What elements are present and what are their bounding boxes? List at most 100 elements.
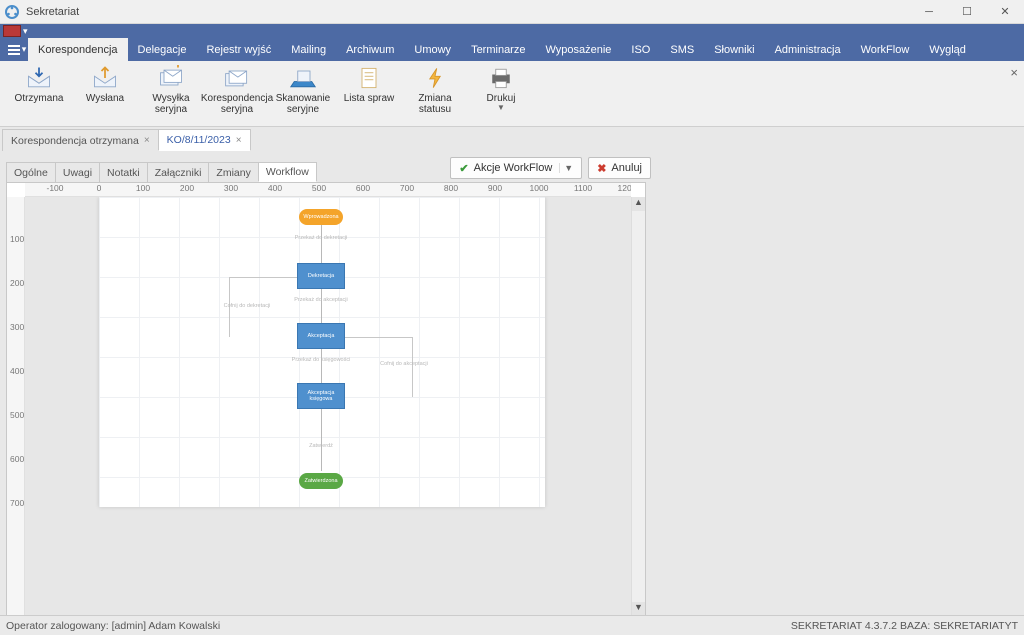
scroll-up-icon[interactable]: ▲ bbox=[632, 197, 645, 211]
detail-tab-zmiany[interactable]: Zmiany bbox=[208, 162, 258, 182]
node-label: Zatwierdzona bbox=[304, 478, 337, 484]
ribbon-tab-label: Słowniki bbox=[714, 44, 754, 56]
quick-access-toolbar: ▾ bbox=[0, 24, 1024, 38]
scrollbar-vertical[interactable]: ▲ ▼ bbox=[631, 197, 645, 616]
doc-tab-close-icon[interactable]: × bbox=[236, 135, 242, 146]
document-work-area: ✔ Akcje WorkFlow ▼ ✖ Anuluj Ogólne Uwagi… bbox=[0, 151, 1024, 631]
scroll-down-icon[interactable]: ▼ bbox=[632, 602, 645, 616]
document-tab-strip: Korespondencja otrzymana × KO/8/11/2023 … bbox=[0, 127, 1024, 151]
app-icon bbox=[4, 4, 20, 20]
status-user: Operator zalogowany: [admin] Adam Kowals… bbox=[6, 620, 220, 632]
ribbon-tab-administracja[interactable]: Administracja bbox=[765, 38, 851, 61]
detail-tab-label: Workflow bbox=[266, 166, 309, 178]
detail-tab-zalaczniki[interactable]: Załączniki bbox=[147, 162, 210, 182]
ribbon-tab-mailing[interactable]: Mailing bbox=[281, 38, 336, 61]
ribbon-collapse-button[interactable]: × bbox=[1010, 65, 1018, 80]
ribbon-tab-label: Archiwum bbox=[346, 44, 394, 56]
ribbon-tab-workflow[interactable]: WorkFlow bbox=[851, 38, 920, 61]
maximize-button[interactable]: ☐ bbox=[948, 0, 986, 24]
detail-tab-strip: Ogólne Uwagi Notatki Załączniki Zmiany W… bbox=[6, 162, 316, 182]
node-label: Akceptacja księgowa bbox=[298, 390, 344, 402]
ribbon-tab-label: Umowy bbox=[414, 44, 451, 56]
ribbon-tab-archiwum[interactable]: Archiwum bbox=[336, 38, 404, 61]
ribbon-tab-wyglad[interactable]: Wygląd bbox=[919, 38, 976, 61]
ruler-tick: 900 bbox=[488, 183, 502, 193]
ruler-tick: 400 bbox=[268, 183, 282, 193]
cancel-label: Anuluj bbox=[611, 162, 642, 174]
detail-tab-label: Ogólne bbox=[14, 167, 48, 179]
workflow-actions-label: Akcje WorkFlow bbox=[474, 162, 553, 174]
ribbon-tab-iso[interactable]: ISO bbox=[621, 38, 660, 61]
cmd-otrzymana[interactable]: Otrzymana bbox=[6, 63, 72, 104]
ribbon-tab-slowniki[interactable]: Słowniki bbox=[704, 38, 764, 61]
workflow-node-akceptacja[interactable]: Akceptacja bbox=[297, 323, 345, 349]
cmd-label: Lista spraw bbox=[344, 93, 395, 104]
mail-out-icon bbox=[91, 65, 119, 91]
qat-dropdown-icon[interactable]: ▾ bbox=[23, 26, 28, 37]
doc-tab-ko-8-11-2023[interactable]: KO/8/11/2023 × bbox=[158, 129, 251, 151]
qat-app-button[interactable] bbox=[3, 25, 21, 37]
title-bar: Sekretariat ─ ☐ ✕ bbox=[0, 0, 1024, 24]
edge-label: Przekaż do księgowości bbox=[292, 357, 351, 363]
cmd-dropdown-icon: ▼ bbox=[497, 104, 505, 113]
cmd-skanowanie-seryjne[interactable]: Skanowanie seryjne bbox=[270, 63, 336, 115]
ribbon-tab-umowy[interactable]: Umowy bbox=[404, 38, 461, 61]
workflow-node-start[interactable]: Wprowadzona bbox=[299, 209, 343, 225]
workflow-action-bar: ✔ Akcje WorkFlow ▼ ✖ Anuluj bbox=[450, 157, 651, 179]
connector bbox=[321, 225, 322, 263]
ribbon-file-button[interactable]: ▾ bbox=[6, 38, 28, 61]
ruler-tick: 1200 bbox=[618, 183, 631, 193]
cancel-button[interactable]: ✖ Anuluj bbox=[588, 157, 651, 179]
workflow-actions-button[interactable]: ✔ Akcje WorkFlow ▼ bbox=[450, 157, 582, 179]
detail-tab-label: Załączniki bbox=[155, 167, 202, 179]
connector bbox=[321, 409, 322, 471]
connector bbox=[321, 349, 322, 383]
cmd-zmiana-statusu[interactable]: Zmiana statusu bbox=[402, 63, 468, 115]
cmd-label: Zmiana statusu bbox=[402, 93, 468, 115]
close-button[interactable]: ✕ bbox=[986, 0, 1024, 24]
ribbon-tab-delegacje[interactable]: Delegacje bbox=[128, 38, 197, 61]
node-label: Akceptacja bbox=[308, 333, 335, 339]
cmd-lista-spraw[interactable]: Lista spraw bbox=[336, 63, 402, 104]
ruler-tick: 200 bbox=[10, 278, 24, 288]
detail-tab-uwagi[interactable]: Uwagi bbox=[55, 162, 100, 182]
minimize-button[interactable]: ─ bbox=[910, 0, 948, 24]
list-doc-icon bbox=[355, 65, 383, 91]
cmd-wyslana[interactable]: Wysłana bbox=[72, 63, 138, 104]
detail-tab-label: Uwagi bbox=[63, 167, 92, 179]
edge-label: Przekaż do akceptacji bbox=[294, 297, 348, 303]
cmd-label: Wysłana bbox=[86, 93, 124, 104]
ribbon-tab-label: Rejestr wyjść bbox=[206, 44, 271, 56]
ribbon-tab-sms[interactable]: SMS bbox=[660, 38, 704, 61]
connector bbox=[321, 289, 322, 323]
ribbon-tab-terminarze[interactable]: Terminarze bbox=[461, 38, 535, 61]
cmd-drukuj[interactable]: Drukuj ▼ bbox=[468, 63, 534, 113]
workflow-canvas[interactable]: Wprowadzona Przekaż do dekretacji Dekret… bbox=[25, 197, 631, 616]
ruler-tick: 800 bbox=[444, 183, 458, 193]
edge-label: Cofnij do dekretacji bbox=[224, 303, 271, 309]
doc-tab-otrzymana[interactable]: Korespondencja otrzymana × bbox=[2, 129, 159, 151]
dropdown-icon[interactable]: ▼ bbox=[559, 163, 573, 173]
edge-label: Przekaż do dekretacji bbox=[295, 235, 348, 241]
ruler-tick: 500 bbox=[312, 183, 326, 193]
ruler-tick: 700 bbox=[400, 183, 414, 193]
detail-tab-notatki[interactable]: Notatki bbox=[99, 162, 148, 182]
ribbon-tab-label: Terminarze bbox=[471, 44, 525, 56]
ribbon-tab-label: Wygląd bbox=[929, 44, 966, 56]
ribbon-tab-label: Wyposażenie bbox=[545, 44, 611, 56]
workflow-node-end[interactable]: Zatwierdzona bbox=[299, 473, 343, 489]
doc-tab-close-icon[interactable]: × bbox=[144, 135, 150, 146]
ruler-tick: 300 bbox=[10, 322, 24, 332]
ribbon-tab-rejestr-wyjsc[interactable]: Rejestr wyjść bbox=[196, 38, 281, 61]
detail-tab-workflow[interactable]: Workflow bbox=[258, 162, 317, 182]
ribbon-tab-korespondencja[interactable]: Korespondencja bbox=[28, 38, 128, 61]
ribbon-tab-wyposazenie[interactable]: Wyposażenie bbox=[535, 38, 621, 61]
workflow-node-dekretacja[interactable]: Dekretacja bbox=[297, 263, 345, 289]
cmd-wysylka-seryjna[interactable]: Wysyłka seryjna bbox=[138, 63, 204, 115]
cmd-korespondencja-seryjna[interactable]: Korespondencja seryjna bbox=[204, 63, 270, 115]
workflow-node-akceptacja-ksiegowa[interactable]: Akceptacja księgowa bbox=[297, 383, 345, 409]
detail-tab-ogolne[interactable]: Ogólne bbox=[6, 162, 56, 182]
ruler-tick: 200 bbox=[180, 183, 194, 193]
ruler-tick: 500 bbox=[10, 410, 24, 420]
workflow-canvas-frame: -100 0 100 200 300 400 500 600 700 800 9… bbox=[6, 182, 646, 631]
